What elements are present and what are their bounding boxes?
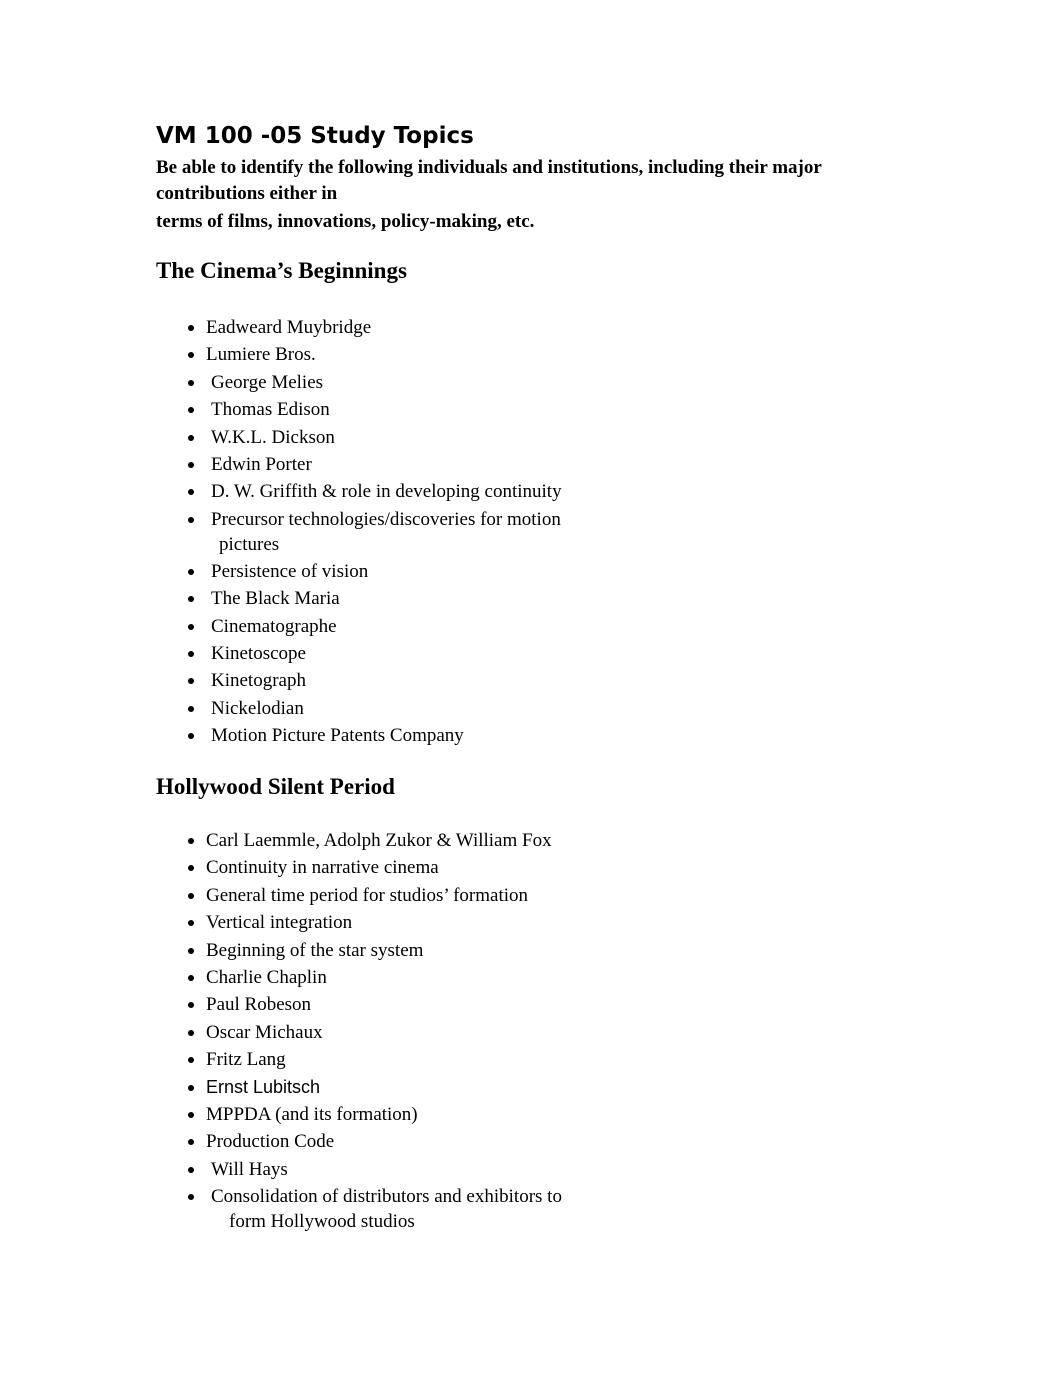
bullet-icon — [188, 947, 194, 954]
list-item-text: Beginning of the star system — [206, 939, 424, 961]
list-item: Carl Laemmle, Adolph Zukor & William Fox — [0, 827, 700, 854]
list-item: Will Hays — [0, 1156, 700, 1183]
list-item-text: The Black Maria — [211, 588, 340, 610]
list-item-text: Continuity in narrative cinema — [206, 857, 439, 879]
list-item: Lumiere Bros. — [0, 341, 700, 368]
bullet-icon — [188, 892, 194, 899]
list-item-text: Eadweard Muybridge — [206, 317, 372, 338]
list-item-text: Oscar Michaux — [206, 1021, 323, 1043]
list-item: Edwin Porter — [0, 451, 700, 478]
list-item: Kinetoscope — [0, 640, 700, 667]
bullet-icon — [188, 1194, 194, 1201]
list-item-text: Precursor technologies/discoveries for m… — [211, 508, 561, 530]
list-item: MPPDA (and its formation) — [0, 1101, 700, 1128]
intro-line-2: terms of films, innovations, policy-maki… — [156, 211, 535, 232]
bullet-icon — [188, 920, 194, 927]
intro-instructions: Be able to identify the following indivi… — [156, 155, 916, 235]
list-item-text: Edwin Porter — [211, 453, 312, 475]
bullet-icon — [188, 650, 194, 657]
list-item-text: W.K.L. Dickson — [211, 426, 335, 448]
list-item: Thomas Edison — [0, 396, 700, 423]
list-item: Vertical integration — [0, 909, 700, 936]
list-item: Motion Picture Patents Company — [0, 722, 700, 749]
list-item: Production Code — [0, 1128, 700, 1155]
list-item: Cinematographe — [0, 613, 700, 640]
bullet-icon — [188, 705, 194, 712]
bullet-icon — [188, 1139, 194, 1146]
list-item: Nickelodian — [0, 695, 700, 722]
list-item: Precursor technologies/discoveries for m… — [0, 506, 700, 558]
list-item-text: General time period for studios’ formati… — [206, 884, 529, 906]
list-item-text: MPPDA (and its formation) — [206, 1103, 418, 1125]
list-item: Beginning of the star system — [0, 937, 700, 964]
list-item-text: Lumiere Bros. — [206, 344, 316, 366]
bullet-icon — [188, 678, 194, 685]
bullet-icon — [188, 1029, 194, 1036]
list-item-text: Vertical integration — [206, 912, 353, 934]
bullet-icon — [188, 568, 194, 575]
list-item: Paul Robeson — [0, 991, 700, 1018]
bullet-icon — [188, 407, 194, 414]
bullet-icon — [188, 1002, 194, 1009]
list-item-continuation: pictures — [219, 533, 280, 555]
list-item-text: Persistence of vision — [211, 560, 369, 582]
bullet-icon — [188, 623, 194, 630]
list-item-text: Production Code — [206, 1131, 335, 1153]
section-heading-cinema-beginnings: The Cinema’s Beginnings — [156, 258, 407, 283]
list-item: The Black Maria — [0, 585, 700, 612]
list-item-text: Nickelodian — [211, 697, 304, 719]
list-item-text: Charlie Chaplin — [206, 966, 327, 988]
list-item: Ernst Lubitsch — [0, 1074, 700, 1101]
list-item: D. W. Griffith & role in developing cont… — [0, 478, 700, 505]
bullet-icon — [188, 325, 194, 331]
bullet-icon — [188, 1057, 194, 1064]
list-item: Eadweard Muybridge — [0, 314, 700, 341]
bullet-icon — [188, 379, 194, 386]
list-item: W.K.L. Dickson — [0, 424, 700, 451]
list-item: Kinetograph — [0, 667, 700, 694]
bullet-icon — [188, 865, 194, 872]
list-item-text: D. W. Griffith & role in developing cont… — [211, 481, 562, 503]
bullet-icon — [188, 434, 194, 441]
list-item-text: Thomas Edison — [211, 399, 330, 421]
list-item: Oscar Michaux — [0, 1019, 700, 1046]
list-item-text: George Melies — [211, 371, 324, 393]
list-item-text: Kinetoscope — [211, 642, 306, 664]
list-item: Charlie Chaplin — [0, 964, 700, 991]
bullet-icon — [188, 461, 194, 468]
document-title: VM 100 -05 Study Topics — [156, 123, 474, 149]
bullet-icon — [188, 489, 194, 496]
list-item: Consolidation of distributors and exhibi… — [0, 1183, 700, 1235]
list-item-text: Carl Laemmle, Adolph Zukor & William Fox — [206, 830, 552, 851]
list-item-text: Will Hays — [211, 1158, 288, 1180]
list-item: Fritz Lang — [0, 1046, 700, 1073]
bullet-icon — [188, 1166, 194, 1173]
bullet-icon — [188, 1084, 194, 1091]
intro-line-1: Be able to identify the following indivi… — [156, 157, 822, 204]
topic-list-cinema-beginnings: Eadweard Muybridge Lumiere Bros. George … — [0, 314, 700, 749]
bullet-icon — [188, 838, 194, 844]
list-item-text: Cinematographe — [211, 615, 337, 637]
list-item: Persistence of vision — [0, 558, 700, 585]
list-item-continuation: form Hollywood studios — [229, 1211, 415, 1233]
section-heading-hollywood-silent-period: Hollywood Silent Period — [156, 774, 395, 799]
bullet-icon — [188, 516, 194, 523]
bullet-icon — [188, 352, 194, 359]
list-item: General time period for studios’ formati… — [0, 882, 700, 909]
list-item-text: Paul Robeson — [206, 994, 312, 1016]
list-item-text: Ernst Lubitsch — [206, 1076, 321, 1097]
topic-list-hollywood-silent-period: Carl Laemmle, Adolph Zukor & William Fox… — [0, 827, 700, 1235]
list-item-text: Motion Picture Patents Company — [211, 725, 464, 747]
bullet-icon — [188, 596, 194, 603]
bullet-icon — [188, 733, 194, 740]
bullet-icon — [188, 1111, 194, 1118]
list-item-text: Kinetograph — [211, 670, 306, 692]
document-page: VM 100 -05 Study Topics Be able to ident… — [0, 0, 1062, 1377]
list-item: Continuity in narrative cinema — [0, 854, 700, 881]
bullet-icon — [188, 974, 194, 981]
list-item: George Melies — [0, 369, 700, 396]
list-item-text: Fritz Lang — [206, 1049, 286, 1071]
list-item-text: Consolidation of distributors and exhibi… — [211, 1186, 562, 1208]
